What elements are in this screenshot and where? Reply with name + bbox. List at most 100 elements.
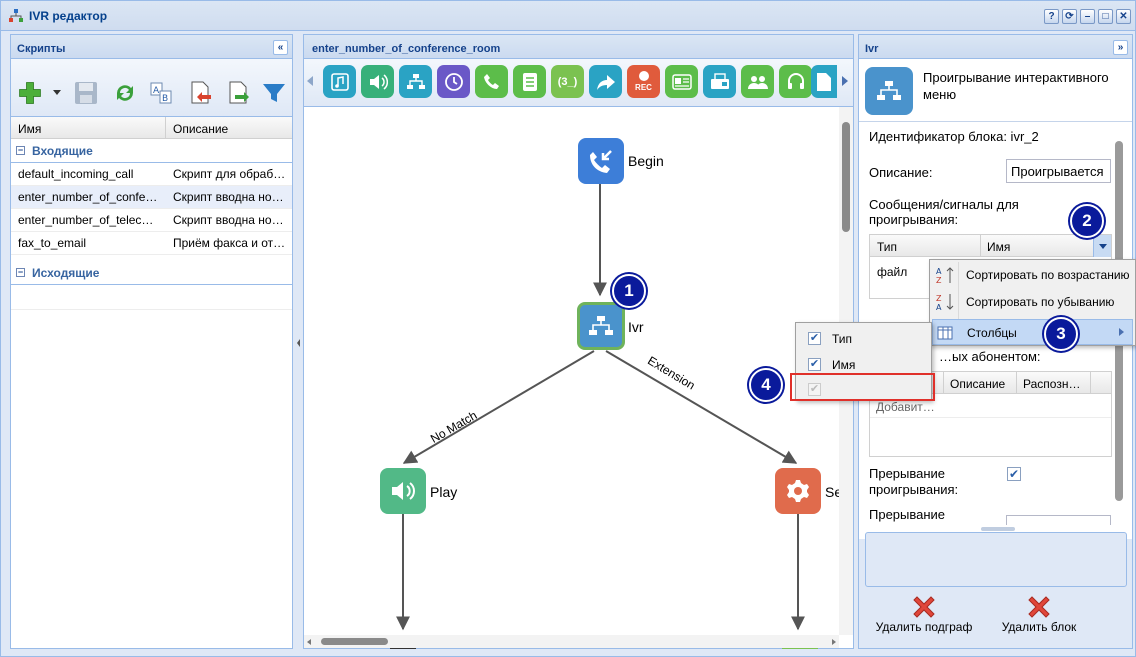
collapse-group-icon[interactable]: − — [16, 268, 25, 277]
interrupt-checkbox[interactable]: ✔ — [1007, 467, 1021, 481]
node-ivr[interactable] — [577, 302, 625, 350]
add-icon[interactable] — [17, 79, 43, 107]
sort-ascending-icon: AZ — [936, 267, 954, 285]
submenu-arrow-icon — [1119, 328, 1124, 336]
digits-col-recognize-header[interactable]: Распозн… — [1023, 377, 1080, 391]
scroll-right-icon[interactable] — [842, 76, 848, 86]
interrupt2-input[interactable] — [1006, 515, 1111, 525]
close-button[interactable]: ✕ — [1116, 9, 1131, 24]
add-dropdown-icon[interactable] — [53, 90, 61, 95]
node-play[interactable] — [380, 468, 426, 514]
sort-ascending-label: Сортировать по возрастанию — [966, 268, 1130, 282]
ivr-editor-window: IVR редактор ? ⟳ – □ ✕ Скрипты « AB Имя — [0, 0, 1136, 657]
checkbox-checked-icon: ✔ — [808, 332, 821, 345]
svg-text:Z: Z — [936, 294, 942, 303]
node-begin[interactable] — [578, 138, 624, 184]
tool-fax-button[interactable] — [703, 65, 736, 98]
tool-time-button[interactable] — [437, 65, 470, 98]
column-name-label: Имя — [832, 358, 856, 372]
tool-record-button[interactable]: REC — [627, 65, 660, 98]
refresh-icon[interactable] — [112, 79, 138, 107]
interrupt2-label: Прерывание — [869, 507, 946, 522]
export-icon[interactable] — [226, 79, 252, 107]
msg-col-name-header[interactable]: Имя — [987, 240, 1010, 254]
record-dot-icon — [638, 71, 649, 81]
tool-card-button[interactable] — [665, 65, 698, 98]
step-badge-3: 3 — [1044, 317, 1078, 351]
speaker-icon — [392, 482, 415, 500]
properties-panel-header: Ivr » — [859, 35, 1132, 59]
import-icon[interactable] — [188, 79, 214, 107]
tool-code-button[interactable]: (3_) — [551, 65, 584, 98]
row-name: enter_number_of_confe… — [18, 190, 158, 204]
node-begin-label: Begin — [628, 153, 664, 169]
node-ivr-label: Ivr — [628, 319, 644, 335]
column-menu-trigger[interactable] — [1093, 235, 1111, 257]
column-type-toggle[interactable]: ✔ Тип — [796, 326, 931, 352]
highlight-frame — [790, 373, 935, 401]
columns-icon — [937, 326, 953, 340]
collapse-group-icon[interactable]: − — [16, 146, 25, 155]
sort-ascending-item[interactable]: AZ Сортировать по возрастанию — [930, 262, 1135, 288]
row-desc: Приём факса и от… — [173, 236, 286, 250]
columns-menu-item[interactable]: Столбцы — [932, 319, 1133, 345]
splitter-handle[interactable] — [296, 336, 301, 350]
refresh-window-button[interactable]: ⟳ — [1062, 9, 1077, 24]
properties-note-area[interactable] — [865, 532, 1127, 587]
minimize-button[interactable]: – — [1080, 9, 1095, 24]
svg-text:A: A — [936, 303, 942, 312]
table-row[interactable]: fax_to_email Приём факса и от… — [11, 232, 292, 255]
scripts-panel-header: Скрипты « — [11, 35, 292, 59]
group-outgoing[interactable]: − Исходящие — [11, 261, 292, 285]
tool-document-button[interactable] — [811, 65, 837, 98]
row-name: fax_to_email — [18, 236, 87, 250]
tool-form-button[interactable] — [513, 65, 546, 98]
maximize-button[interactable]: □ — [1098, 9, 1113, 24]
table-row[interactable]: enter_number_of_telec… Скрипт вводна но… — [11, 209, 292, 232]
canvas-panel-header: enter_number_of_conference_room — [304, 35, 853, 59]
delete-block-button[interactable]: Удалить блок — [989, 591, 1089, 643]
group-incoming-label: Входящие — [32, 144, 93, 158]
table-row[interactable]: default_incoming_call Скрипт для обраб… — [11, 163, 292, 186]
column-name-header[interactable]: Имя — [18, 122, 41, 136]
window-title: IVR редактор — [29, 9, 108, 23]
msg-col-type-header[interactable]: Тип — [877, 240, 897, 254]
block-type-title: Проигрывание интерактивного меню — [923, 70, 1109, 102]
save-icon[interactable] — [73, 79, 99, 107]
delete-x-icon — [1028, 596, 1050, 618]
tool-call-button[interactable] — [475, 65, 508, 98]
tool-ivr-button[interactable] — [399, 65, 432, 98]
tool-operator-button[interactable] — [779, 65, 812, 98]
help-button[interactable]: ? — [1044, 9, 1059, 24]
delete-x-icon — [913, 596, 935, 618]
block-id-label: Идентификатор блока: ivr_2 — [869, 129, 1039, 144]
sort-descending-item[interactable]: ZA Сортировать по убыванию — [930, 289, 1135, 315]
tool-conference-button[interactable] — [741, 65, 774, 98]
msg-row-type[interactable]: файл — [877, 265, 907, 279]
delete-block-label: Удалить блок — [1001, 620, 1077, 634]
description-input[interactable] — [1006, 159, 1111, 183]
sort-descending-icon: ZA — [936, 294, 954, 312]
collapse-left-button[interactable]: « — [273, 40, 288, 55]
column-desc-header[interactable]: Описание — [173, 122, 228, 136]
digits-col-desc-header[interactable]: Описание — [950, 377, 1005, 391]
blocks-toolbar: (3_) REC — [304, 59, 853, 107]
column-sort-menu: AZ Сортировать по возрастанию ZA Сортиро… — [929, 259, 1136, 346]
scroll-left-icon[interactable] — [307, 76, 313, 86]
tool-music-button[interactable] — [323, 65, 356, 98]
node-service[interactable] — [775, 468, 821, 514]
delete-subgraph-button[interactable]: Удалить подграф — [869, 591, 979, 643]
app-icon — [9, 9, 23, 22]
window-titlebar: IVR редактор ? ⟳ – □ ✕ — [1, 1, 1135, 31]
group-incoming[interactable]: − Входящие — [11, 139, 292, 163]
rename-icon[interactable]: AB — [148, 79, 174, 107]
resize-grip-icon[interactable] — [981, 527, 1015, 531]
tool-forward-button[interactable] — [589, 65, 622, 98]
filter-icon[interactable] — [261, 79, 287, 107]
columns-menu-label: Столбцы — [967, 326, 1017, 340]
canvas-horizontal-scrollbar[interactable] — [304, 635, 839, 648]
svg-text:A: A — [153, 86, 160, 96]
collapse-right-button[interactable]: » — [1113, 40, 1128, 55]
table-row[interactable]: enter_number_of_confe… Скрипт вводна но… — [11, 186, 292, 209]
tool-play-button[interactable] — [361, 65, 394, 98]
